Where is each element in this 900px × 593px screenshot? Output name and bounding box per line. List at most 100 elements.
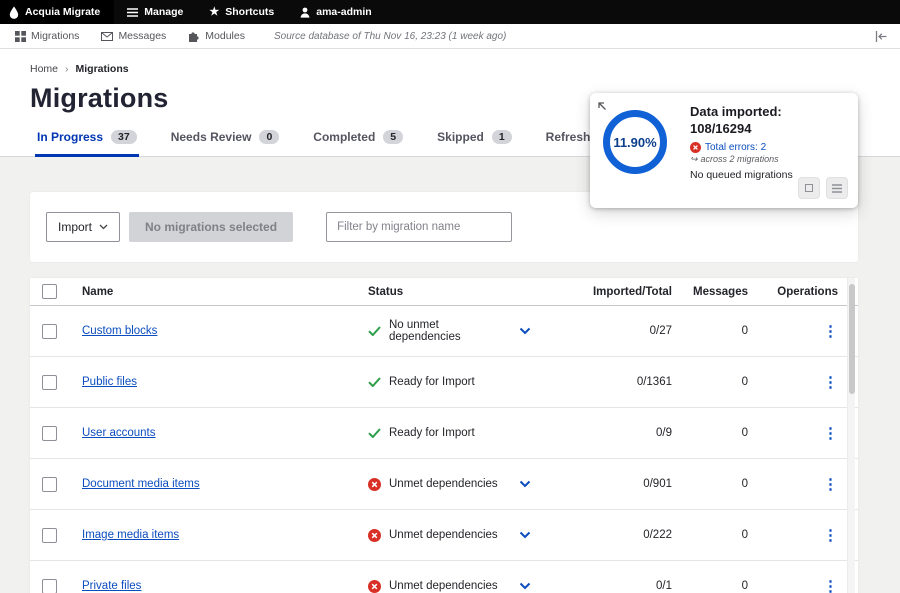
- tab-count-badge: 0: [259, 130, 279, 144]
- messages-count: 0: [672, 529, 748, 541]
- row-checkbox[interactable]: [42, 579, 57, 593]
- queue-list-icon: [832, 184, 842, 193]
- header-operations: Operations: [748, 286, 858, 298]
- envelope-icon: [101, 32, 113, 41]
- shortcuts-menu[interactable]: ★ Shortcuts: [196, 0, 287, 24]
- error-icon: [690, 142, 701, 153]
- toolbar-messages-label: Messages: [118, 30, 166, 42]
- messages-count: 0: [672, 478, 748, 490]
- chevron-down-icon[interactable]: [519, 582, 531, 590]
- header-messages: Messages: [672, 286, 748, 298]
- imported-total-value: 0/1361: [553, 376, 672, 388]
- tab-completed[interactable]: Completed 5: [311, 124, 405, 156]
- content-area: Import No migrations selected Name Statu…: [0, 157, 900, 593]
- migration-name-link[interactable]: Custom blocks: [82, 325, 157, 337]
- import-progress-card: 11.90% Data imported: 108/16294 Total er…: [590, 93, 858, 208]
- collapse-corner-button[interactable]: [597, 98, 607, 116]
- tab-in-progress[interactable]: In Progress 37: [35, 124, 139, 156]
- imported-total-value: 0/27: [553, 325, 672, 337]
- row-operations-menu[interactable]: ⋮: [823, 578, 838, 593]
- toolbar-item-modules[interactable]: Modules: [177, 24, 256, 48]
- stop-import-button[interactable]: [798, 177, 820, 199]
- scrollbar-thumb[interactable]: [849, 284, 855, 394]
- import-button-label: Import: [58, 220, 92, 234]
- row-operations-menu[interactable]: ⋮: [823, 476, 838, 493]
- chevron-down-icon[interactable]: [519, 531, 531, 539]
- table-row: Document media items Unmet dependencies …: [30, 459, 858, 510]
- status-ok-icon: [368, 326, 381, 336]
- tab-needs-review[interactable]: Needs Review 0: [169, 124, 282, 156]
- user-menu[interactable]: ama-admin: [287, 0, 384, 24]
- header-status: Status: [368, 286, 553, 298]
- acquia-migrate-brand[interactable]: Acquia Migrate: [0, 0, 114, 24]
- progress-ring: 11.90%: [603, 110, 667, 174]
- row-checkbox[interactable]: [42, 375, 57, 390]
- migration-name-link[interactable]: Private files: [82, 580, 141, 592]
- row-operations-menu[interactable]: ⋮: [823, 527, 838, 544]
- imported-total-value: 0/901: [553, 478, 672, 490]
- row-operations-menu[interactable]: ⋮: [823, 425, 838, 442]
- tab-count-badge: 5: [383, 130, 403, 144]
- stop-icon: [805, 184, 813, 192]
- migrations-table: Name Status Imported/Total Messages Oper…: [30, 278, 858, 593]
- migration-name-link[interactable]: User accounts: [82, 427, 156, 439]
- collapse-left-icon: [875, 31, 888, 42]
- table-row: Custom blocks No unmet dependencies 0/27…: [30, 306, 858, 357]
- tab-label: Refresh: [546, 130, 591, 144]
- progress-details: Data imported: 108/16294 Total errors: 2…: [690, 104, 850, 181]
- import-dropdown-button[interactable]: Import: [46, 212, 120, 242]
- table-row: User accounts Ready for Import 0/9 0 ⋮: [30, 408, 858, 459]
- manage-menu[interactable]: Manage: [114, 0, 196, 24]
- data-imported-value: 108/16294: [690, 121, 850, 138]
- toolbar-item-migrations[interactable]: Migrations: [4, 24, 90, 48]
- status-text: Unmet dependencies: [389, 529, 498, 541]
- select-all-checkbox[interactable]: [42, 284, 57, 299]
- table-header-row: Name Status Imported/Total Messages Oper…: [30, 278, 858, 306]
- tab-label: Needs Review: [171, 130, 252, 144]
- messages-count: 0: [672, 376, 748, 388]
- row-checkbox[interactable]: [42, 324, 57, 339]
- row-checkbox[interactable]: [42, 426, 57, 441]
- messages-count: 0: [672, 580, 748, 592]
- secondary-toolbar: Migrations Messages Modules Source datab…: [0, 24, 900, 49]
- status-ok-icon: [368, 428, 381, 438]
- row-checkbox[interactable]: [42, 477, 57, 492]
- status-ok-icon: [368, 377, 381, 387]
- breadcrumb-current: Migrations: [76, 63, 129, 75]
- messages-count: 0: [672, 325, 748, 337]
- tab-count-badge: 37: [111, 130, 137, 144]
- toolbar-item-messages[interactable]: Messages: [90, 24, 177, 48]
- table-scrollbar[interactable]: [847, 278, 855, 593]
- selection-status-button[interactable]: No migrations selected: [129, 212, 293, 242]
- imported-total-value: 0/1: [553, 580, 672, 592]
- chevron-down-icon[interactable]: [519, 327, 531, 335]
- status-text: Unmet dependencies: [389, 478, 498, 490]
- data-imported-label: Data imported:: [690, 104, 850, 121]
- arrow-up-left-icon: [597, 101, 607, 111]
- row-checkbox[interactable]: [42, 528, 57, 543]
- row-operations-menu[interactable]: ⋮: [823, 374, 838, 391]
- chevron-down-icon[interactable]: [519, 480, 531, 488]
- status-text: Unmet dependencies: [389, 580, 498, 592]
- tab-label: In Progress: [37, 130, 103, 144]
- tab-skipped[interactable]: Skipped 1: [435, 124, 514, 156]
- migration-name-link[interactable]: Image media items: [82, 529, 179, 541]
- tab-label: Completed: [313, 130, 375, 144]
- tab-count-badge: 1: [492, 130, 512, 144]
- breadcrumb-home-link[interactable]: Home: [30, 63, 58, 75]
- row-operations-menu[interactable]: ⋮: [823, 323, 838, 340]
- table-row: Image media items Unmet dependencies 0/2…: [30, 510, 858, 561]
- imported-total-value: 0/222: [553, 529, 672, 541]
- toolbar-collapse-button[interactable]: [873, 29, 890, 44]
- table-row: Public files Ready for Import 0/1361 0 ⋮: [30, 357, 858, 408]
- migration-name-link[interactable]: Document media items: [82, 478, 200, 490]
- breadcrumb-separator: ›: [65, 63, 69, 75]
- manage-label: Manage: [144, 6, 183, 18]
- progress-percent: 11.90%: [613, 135, 656, 150]
- queue-list-button[interactable]: [826, 177, 848, 199]
- status-error-icon: [368, 478, 381, 491]
- selection-status-label: No migrations selected: [145, 220, 277, 234]
- migration-filter-input[interactable]: [326, 212, 512, 242]
- total-errors-link[interactable]: Total errors: 2: [705, 142, 766, 153]
- migration-name-link[interactable]: Public files: [82, 376, 137, 388]
